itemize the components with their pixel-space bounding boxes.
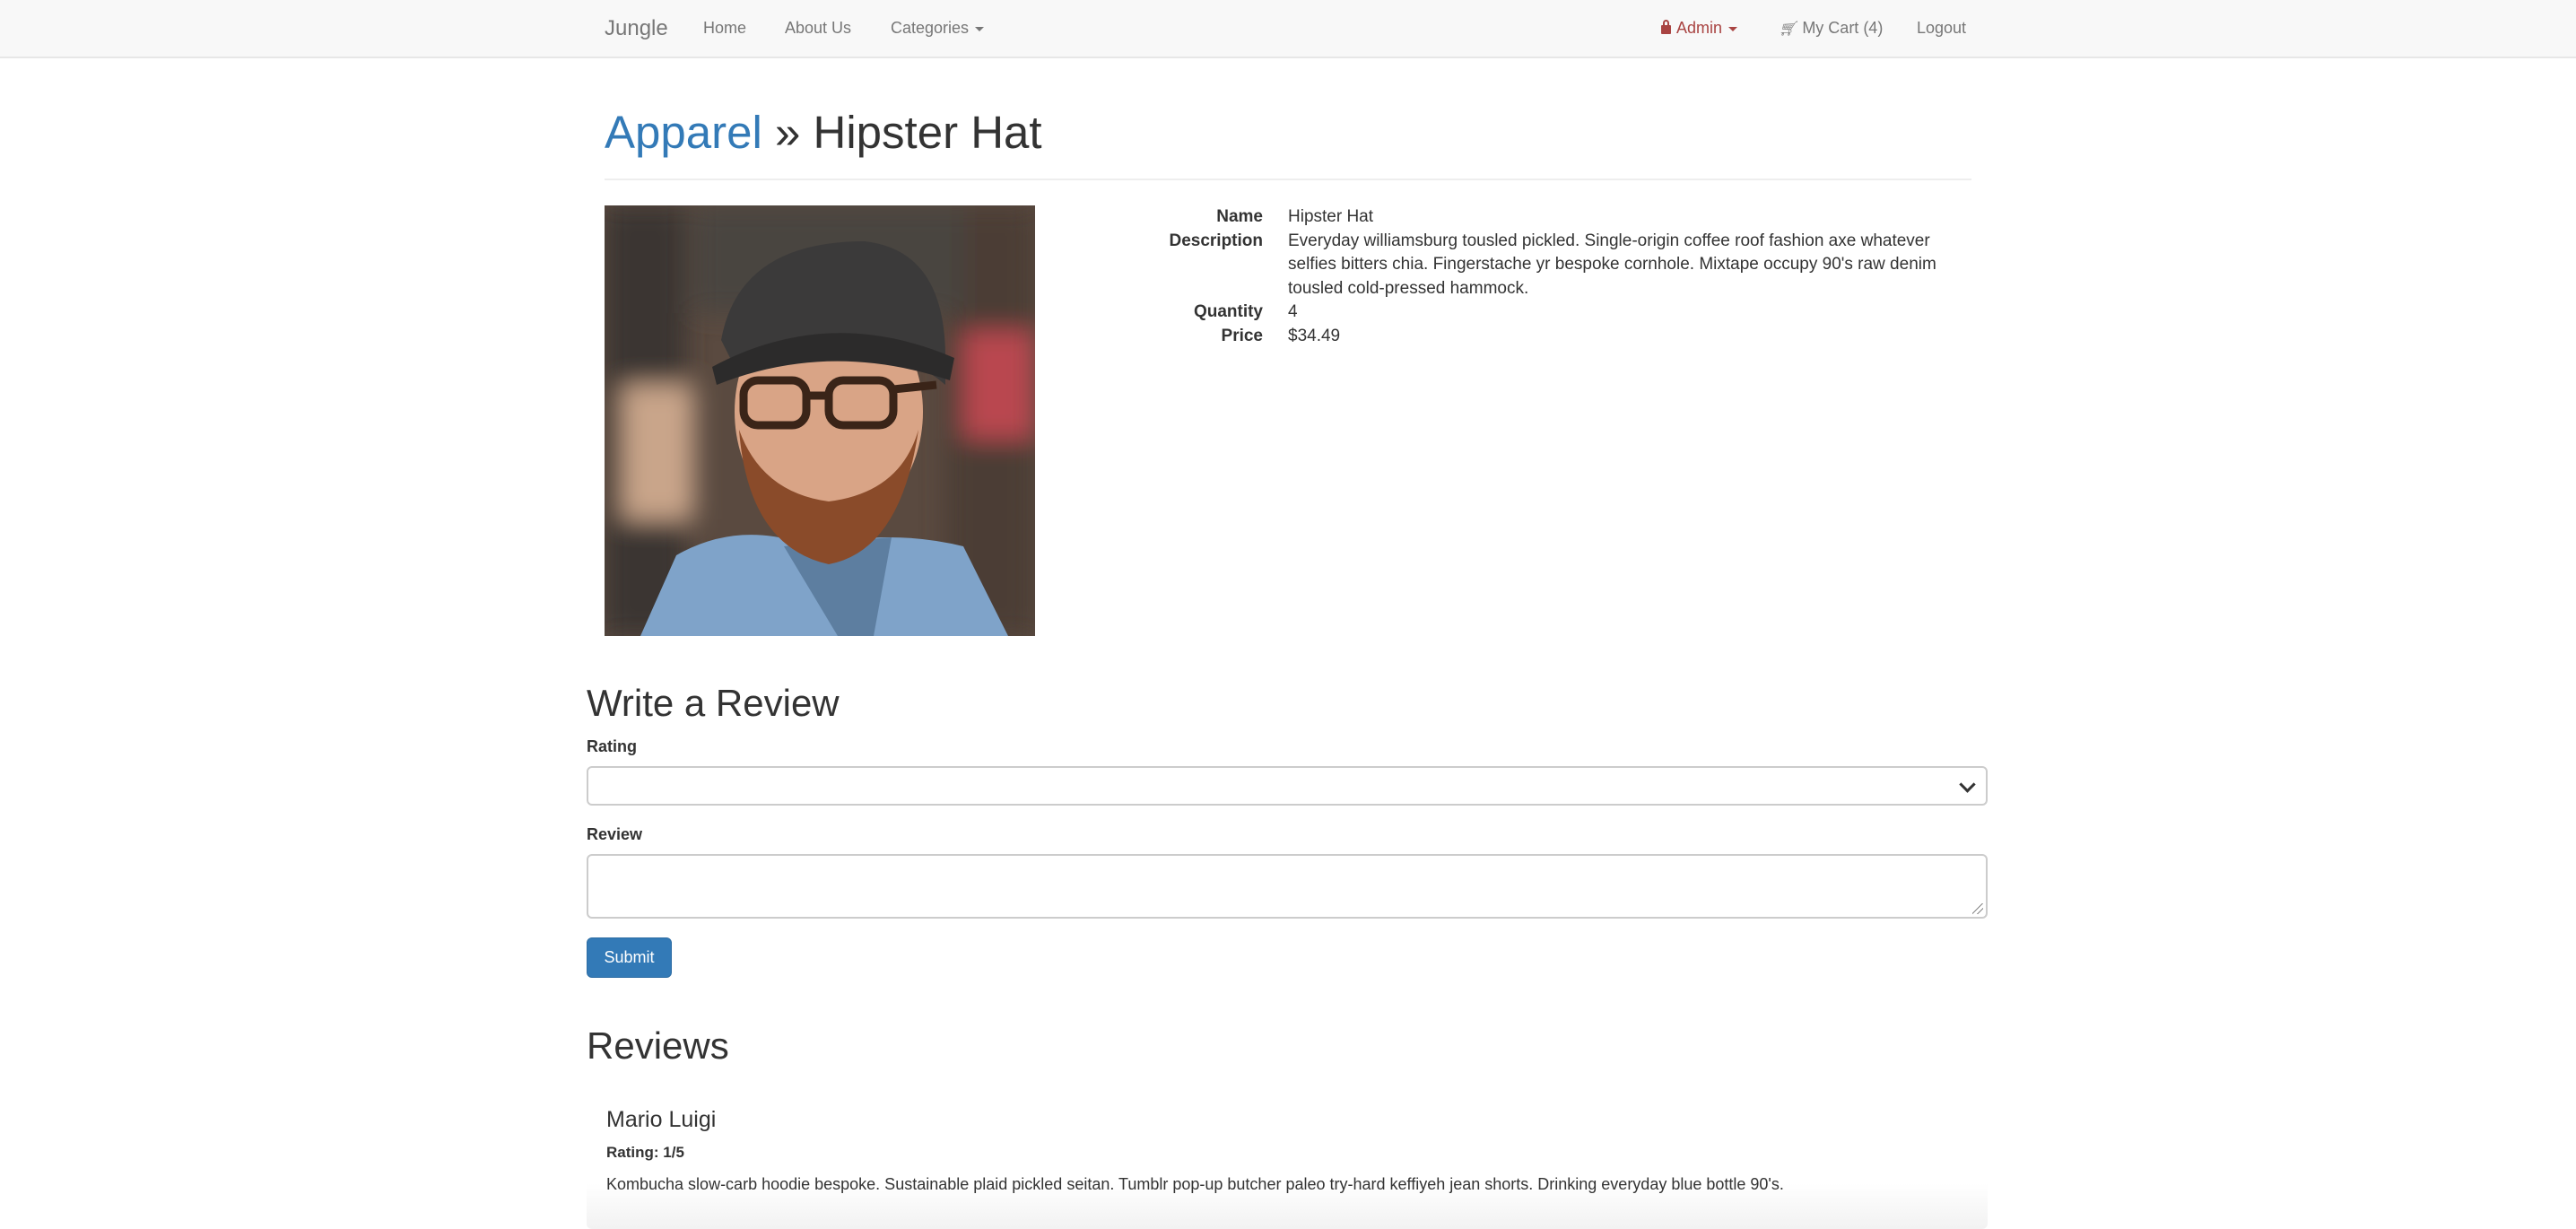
review-author: Mario Luigi — [606, 1107, 717, 1132]
admin-label: Admin — [1676, 19, 1723, 37]
breadcrumb-separator: » — [774, 107, 801, 158]
rating-label: Rating — [587, 737, 637, 755]
caret-down-icon — [1728, 26, 1738, 31]
product-title: Hipster Hat — [813, 107, 1042, 158]
submit-button[interactable]: Submit — [587, 937, 672, 978]
price-label: Price — [1221, 326, 1263, 345]
write-review-heading: Write a Review — [587, 682, 840, 724]
nav-cart[interactable]: 🛒︎ My Cart (4) — [1779, 0, 1883, 57]
price-value: $34.49 — [1288, 326, 1341, 345]
nav-categories[interactable]: Categories — [891, 0, 985, 57]
brand-link[interactable]: Jungle — [605, 0, 668, 57]
quantity-label: Quantity — [1193, 302, 1263, 321]
category-link[interactable]: Apparel — [605, 107, 762, 158]
name-label: Name — [1216, 207, 1263, 226]
nav-about[interactable]: About Us — [785, 0, 851, 57]
reviews-heading: Reviews — [587, 1024, 729, 1067]
shopping-cart-icon: 🛒︎ — [1779, 22, 1797, 37]
divider — [605, 179, 1971, 180]
lock-icon — [1661, 20, 1671, 34]
review-card: Mario Luigi Rating: 1/5 Kombucha slow-ca… — [587, 1076, 1988, 1229]
product-image — [605, 205, 1035, 636]
description-value: Everyday williamsburg tousled pickled. S… — [1288, 231, 1936, 298]
rating-select[interactable] — [587, 766, 1988, 806]
quantity-value: 4 — [1288, 302, 1298, 321]
caret-down-icon — [975, 26, 985, 31]
chevron-down-icon — [1959, 776, 1976, 793]
nav-home[interactable]: Home — [703, 0, 746, 57]
categories-label: Categories — [891, 19, 970, 37]
name-value: Hipster Hat — [1288, 207, 1374, 226]
product-details: Name Hipster Hat Description Everyday will… — [1076, 205, 1973, 348]
nav-logout[interactable]: Logout — [1917, 0, 1966, 57]
description-label: Description — [1169, 231, 1263, 250]
cart-label: My Cart (4) — [1802, 19, 1884, 37]
review-rating: Rating: 1/5 — [606, 1144, 684, 1161]
nav-admin[interactable]: Admin — [1661, 0, 1738, 57]
review-textarea[interactable] — [587, 854, 1988, 919]
resize-handle-icon[interactable] — [1972, 903, 1983, 914]
navbar: Jungle Home About Us Categories Admin 🛒︎… — [0, 0, 2576, 58]
review-text: Kombucha slow-carb hoodie bespoke. Susta… — [606, 1175, 1784, 1193]
review-label: Review — [587, 825, 643, 843]
page-title: Apparel » Hipster Hat — [605, 106, 1042, 159]
